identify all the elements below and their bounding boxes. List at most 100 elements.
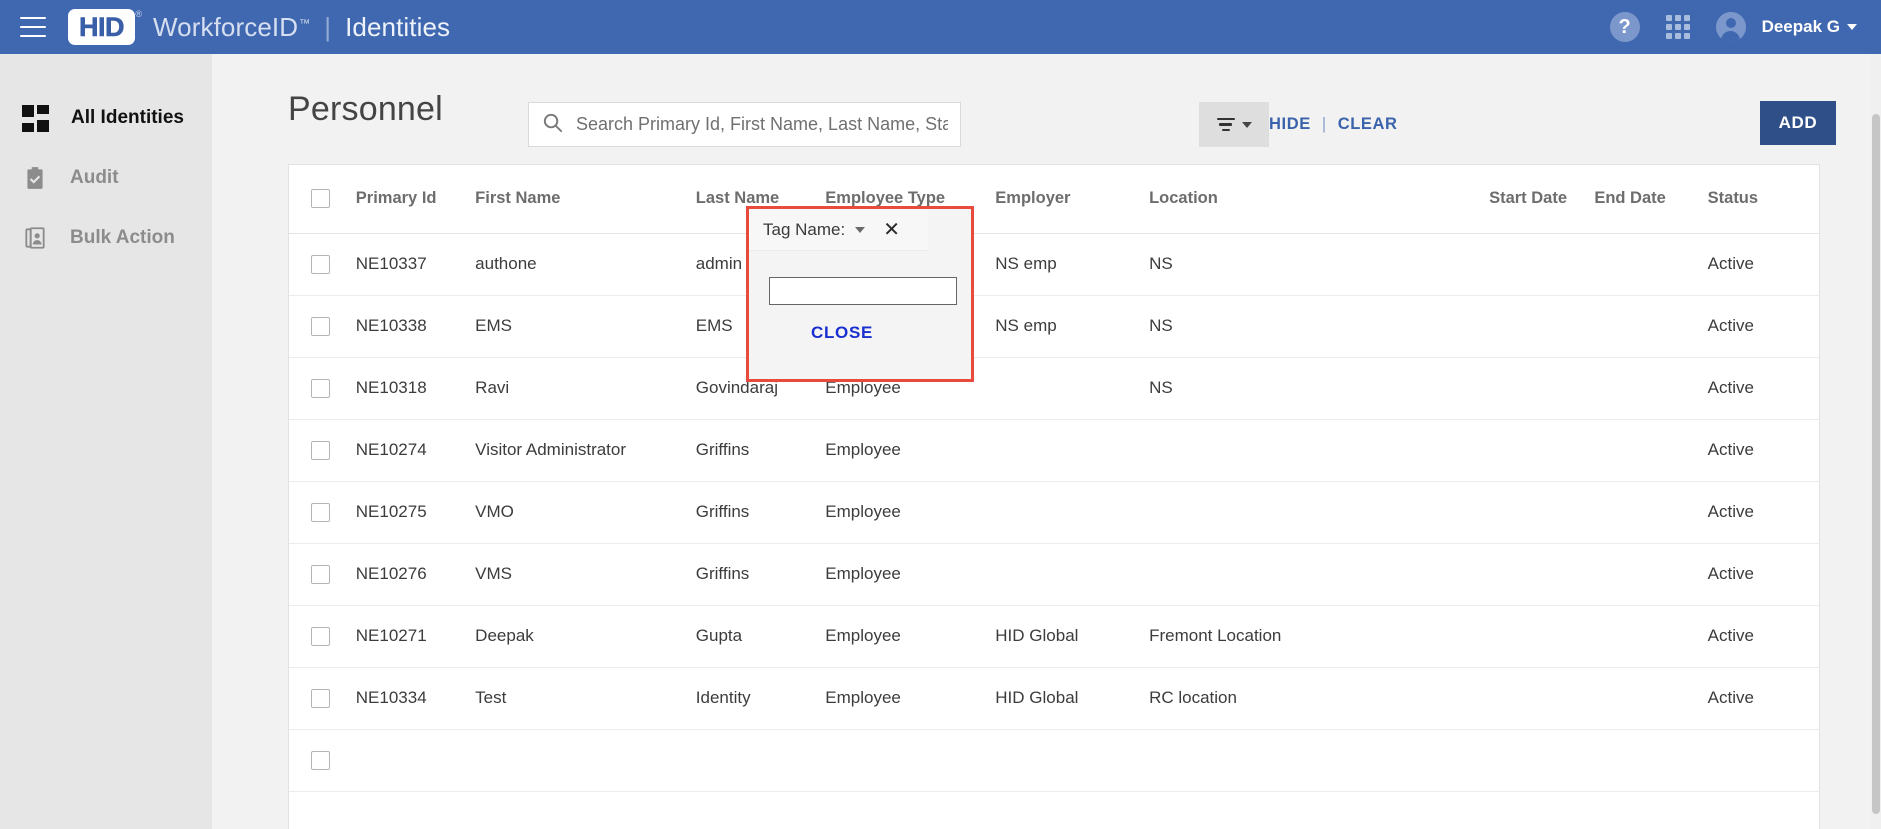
apps-grid-icon[interactable] bbox=[1665, 15, 1690, 39]
column-header-start-date[interactable]: Start Date bbox=[1489, 165, 1595, 234]
column-header-primary-id[interactable]: Primary Id bbox=[355, 165, 476, 234]
select-all-checkbox[interactable] bbox=[311, 189, 330, 209]
table-header-row: Primary Id First Name Last Name Employee… bbox=[289, 165, 1819, 234]
cell-primary-id: NE10274 bbox=[355, 419, 476, 482]
row-checkbox[interactable] bbox=[311, 440, 330, 460]
hid-logo[interactable]: HID ® bbox=[68, 9, 142, 45]
cell-start-date bbox=[1489, 295, 1595, 358]
help-button[interactable]: ? bbox=[1609, 12, 1640, 42]
sidebar-item-label: All Identities bbox=[71, 107, 184, 128]
sidebar-item-bulk-action[interactable]: Bulk Action bbox=[0, 208, 212, 268]
search-box[interactable] bbox=[528, 102, 961, 147]
page-header: Personnel HIDE | CLEAR ADD bbox=[212, 54, 1881, 164]
row-checkbox[interactable] bbox=[311, 254, 330, 274]
row-select-cell bbox=[289, 295, 356, 358]
cell-end-date bbox=[1594, 605, 1708, 668]
tag-popup-close-button[interactable]: CLOSE bbox=[796, 313, 888, 353]
table-row[interactable]: NE10274 Visitor Administrator Griffins Empl… bbox=[289, 419, 1819, 482]
table-body: NE10337authoneadminEmployeeNS empNSActiv… bbox=[289, 233, 1819, 792]
hide-link[interactable]: HIDE bbox=[1267, 115, 1313, 134]
row-select-cell bbox=[289, 419, 356, 482]
cell-end-date bbox=[1594, 357, 1708, 420]
hamburger-line bbox=[20, 17, 46, 19]
tag-name-label: Tag Name: bbox=[763, 219, 846, 239]
row-checkbox[interactable] bbox=[311, 502, 330, 522]
sidebar-item-all-identities[interactable]: All Identities bbox=[0, 88, 212, 148]
row-checkbox[interactable] bbox=[311, 750, 330, 770]
row-checkbox[interactable] bbox=[311, 626, 330, 646]
column-header-end-date[interactable]: End Date bbox=[1594, 165, 1708, 234]
clear-link[interactable]: CLEAR bbox=[1336, 115, 1400, 134]
row-select-cell bbox=[289, 357, 356, 420]
chevron-down-icon[interactable] bbox=[855, 226, 866, 233]
table-row[interactable] bbox=[289, 729, 1819, 792]
cell-end-date bbox=[1594, 729, 1708, 792]
hamburger-menu-icon[interactable] bbox=[20, 17, 46, 37]
cell-first-name: VMO bbox=[475, 481, 696, 544]
column-header-status[interactable]: Status bbox=[1707, 165, 1819, 234]
cell-end-date bbox=[1594, 295, 1708, 358]
cell-first-name: Ravi bbox=[475, 357, 696, 420]
cell-employer: HID Global bbox=[995, 605, 1150, 668]
cell-location bbox=[1149, 729, 1490, 792]
sidebar: All Identities Audit Bulk Action bbox=[0, 54, 212, 829]
chevron-down-icon bbox=[1847, 24, 1857, 30]
column-header-employer[interactable]: Employer bbox=[995, 165, 1150, 234]
cell-employer: NS emp bbox=[995, 233, 1150, 296]
cell-start-date bbox=[1489, 481, 1595, 544]
row-checkbox[interactable] bbox=[311, 316, 330, 336]
row-select-cell bbox=[289, 543, 356, 606]
sidebar-item-audit[interactable]: Audit bbox=[0, 148, 212, 208]
cell-primary-id: NE10271 bbox=[355, 605, 476, 668]
user-menu-button[interactable]: Deepak G bbox=[1762, 17, 1857, 37]
row-checkbox[interactable] bbox=[311, 378, 330, 398]
cell-end-date bbox=[1594, 419, 1708, 482]
search-input[interactable] bbox=[576, 114, 948, 135]
brand-module-name: Identities bbox=[345, 11, 451, 42]
cell-last-name: Griffins bbox=[695, 419, 826, 482]
column-header-first-name[interactable]: First Name bbox=[475, 165, 696, 234]
cell-start-date bbox=[1489, 357, 1595, 420]
cell-primary-id: NE10334 bbox=[355, 667, 476, 730]
table-row[interactable]: NE10334 Test Identity Employee HID Global RC … bbox=[289, 667, 1819, 730]
column-header-location[interactable]: Location bbox=[1149, 165, 1490, 234]
chevron-down-icon bbox=[1241, 121, 1252, 128]
table-row[interactable]: NE10271 Deepak Gupta Employee HID Global Frem… bbox=[289, 605, 1819, 668]
tag-popup-header: Tag Name: ✕ bbox=[749, 209, 928, 251]
cell-employer: HID Global bbox=[995, 667, 1150, 730]
page-scrollbar-track[interactable] bbox=[1871, 54, 1881, 829]
row-checkbox[interactable] bbox=[311, 688, 330, 708]
hamburger-line bbox=[20, 35, 46, 37]
table-row[interactable]: NE10318 Ravi Govindaraj Employee NS Active bbox=[289, 357, 1819, 420]
account-avatar-icon[interactable] bbox=[1715, 12, 1746, 42]
user-name-label: Deepak G bbox=[1761, 17, 1840, 36]
tag-name-input[interactable] bbox=[769, 277, 957, 305]
table-row[interactable]: NE10337authoneadminEmployeeNS empNSActiv… bbox=[289, 233, 1819, 296]
sidebar-item-label: Bulk Action bbox=[70, 227, 175, 248]
cell-first-name: Visitor Administrator bbox=[475, 419, 696, 482]
cell-primary-id: NE10276 bbox=[355, 543, 476, 606]
row-select-cell bbox=[289, 729, 356, 792]
brand-product-name: WorkforceID bbox=[153, 11, 299, 42]
cell-employee-type: Employee bbox=[825, 419, 996, 482]
table-header: Primary Id First Name Last Name Employee… bbox=[289, 165, 1819, 234]
hamburger-line bbox=[20, 26, 46, 28]
cell-employer bbox=[995, 357, 1150, 420]
table-row[interactable]: NE10275 VMO Griffins Employee Active bbox=[289, 481, 1819, 544]
identities-table: Primary Id First Name Last Name Employee… bbox=[289, 165, 1819, 792]
cell-location: NS bbox=[1149, 357, 1490, 420]
table-row[interactable]: NE10276 VMS Griffins Employee Active bbox=[289, 543, 1819, 606]
cell-first-name: Deepak bbox=[475, 605, 696, 668]
table-row[interactable]: NE10338EMSEMSEmployeeNS empNSActive bbox=[289, 295, 1819, 358]
page-scrollbar-thumb[interactable] bbox=[1872, 114, 1880, 814]
cell-location: NS bbox=[1149, 295, 1490, 358]
close-icon[interactable]: ✕ bbox=[883, 220, 900, 240]
cell-last-name: Gupta bbox=[695, 605, 826, 668]
row-checkbox[interactable] bbox=[311, 564, 330, 584]
cell-start-date bbox=[1489, 605, 1595, 668]
cell-first-name: EMS bbox=[475, 295, 696, 358]
filter-button[interactable] bbox=[1199, 102, 1269, 147]
add-button[interactable]: ADD bbox=[1760, 101, 1836, 145]
link-separator: | bbox=[1321, 115, 1327, 133]
cell-status: Active bbox=[1707, 543, 1819, 606]
